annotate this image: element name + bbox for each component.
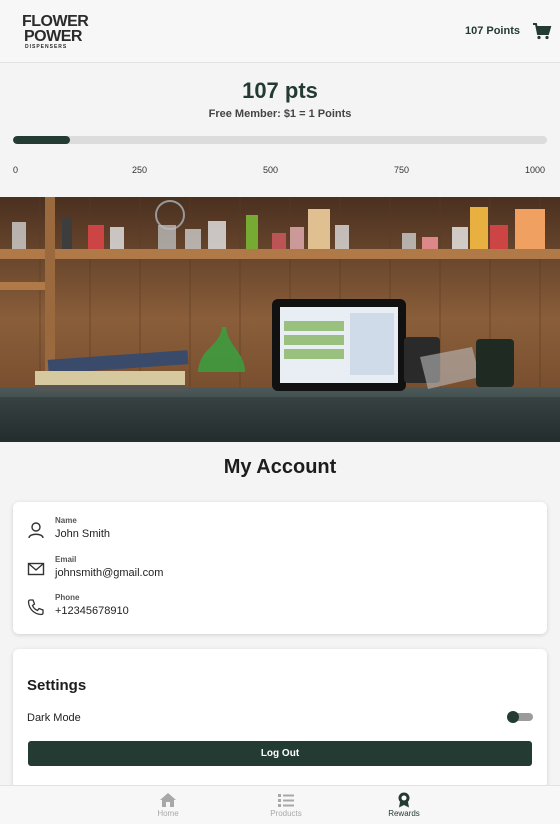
membership-rate: Free Member: $1 = 1 Points <box>208 108 352 120</box>
settings-title: Settings <box>27 677 87 694</box>
dark-mode-toggle[interactable] <box>507 711 533 723</box>
phone-value: +12345678910 <box>55 605 129 617</box>
logo-line-2: POWER <box>24 28 82 45</box>
name-label: Name <box>55 516 77 525</box>
store-counter-photo <box>0 197 560 442</box>
tab-rewards[interactable]: Rewards <box>364 786 444 824</box>
phone-icon <box>27 599 44 616</box>
toggle-knob <box>507 711 519 723</box>
tick-label: 750 <box>394 165 410 175</box>
account-info-card: Name John Smith Email johnsmith@gmail.co… <box>13 502 547 634</box>
logo-line-1: FLOWER <box>22 13 89 30</box>
tab-home[interactable]: Home <box>128 786 208 824</box>
tick-label: 1000 <box>525 165 546 175</box>
logout-button[interactable]: Log Out <box>28 741 532 766</box>
tab-products-label: Products <box>270 809 302 818</box>
points-summary: 107 pts Free Member: $1 = 1 Points 0 250… <box>0 64 560 197</box>
points-progress-bar <box>13 136 547 144</box>
mail-icon <box>27 562 45 576</box>
app-header: FLOWER POWER DISPENSERS 107 Points <box>0 0 560 63</box>
email-value: johnsmith@gmail.com <box>55 567 164 579</box>
tab-home-label: Home <box>157 809 179 818</box>
tab-rewards-label: Rewards <box>388 809 420 818</box>
store-hero-image <box>0 197 560 442</box>
tick-label: 500 <box>263 165 279 175</box>
list-icon <box>278 794 294 807</box>
progress-ticks: 0 250 500 750 1000 <box>0 165 560 177</box>
dark-mode-label: Dark Mode <box>27 712 81 724</box>
points-progress-fill <box>13 136 71 144</box>
tick-label: 250 <box>132 165 148 175</box>
email-row: Email johnsmith@gmail.com <box>13 555 547 585</box>
home-icon <box>160 793 176 807</box>
user-icon <box>28 522 44 539</box>
name-row: Name John Smith <box>13 516 547 546</box>
points-total: 107 pts <box>242 78 318 103</box>
cart-icon[interactable] <box>532 22 552 40</box>
tick-label: 0 <box>13 165 19 175</box>
bottom-tab-bar: Home Products Rewards <box>0 785 560 824</box>
email-label: Email <box>55 555 77 564</box>
settings-card: Settings Dark Mode Log Out <box>13 649 547 789</box>
header-points[interactable]: 107 Points <box>465 25 520 37</box>
page-title: My Account <box>223 456 337 478</box>
name-value: John Smith <box>55 528 111 540</box>
tab-products[interactable]: Products <box>246 786 326 824</box>
brand-logo[interactable]: FLOWER POWER DISPENSERS <box>22 13 89 51</box>
phone-label: Phone <box>55 593 80 602</box>
phone-row: Phone +12345678910 <box>13 593 547 623</box>
rewards-icon <box>398 792 410 808</box>
